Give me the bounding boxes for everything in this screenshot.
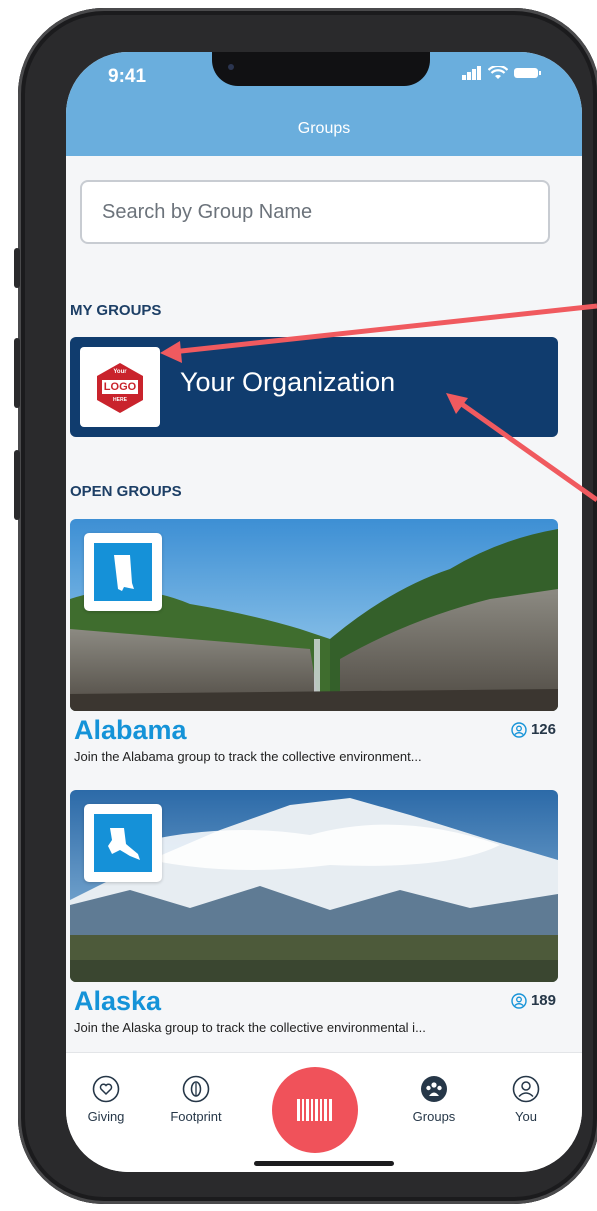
arrow-to-logo — [160, 303, 597, 363]
arrow-to-organization-name — [446, 393, 597, 503]
annotation-arrows — [160, 303, 597, 503]
